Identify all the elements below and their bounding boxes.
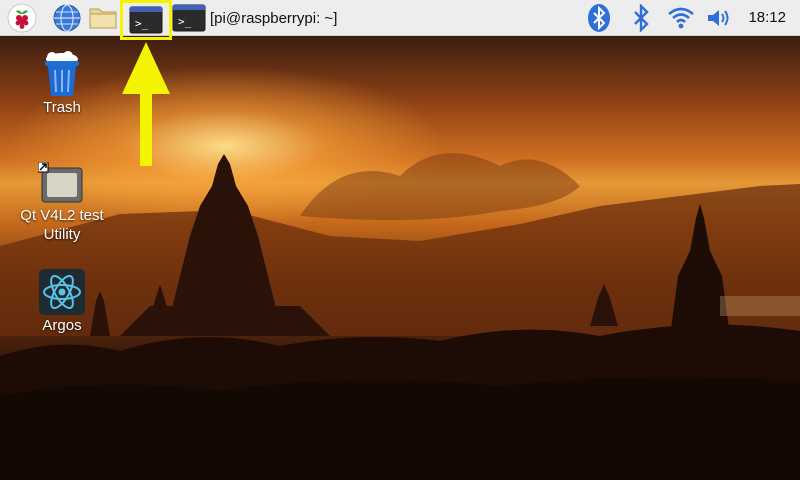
- top-panel: >_ >_ [pi@raspberrypi: ~] 18:12: [0, 0, 800, 40]
- annotation-arrow-icon: [122, 42, 170, 166]
- main-menu-button[interactable]: [4, 3, 40, 33]
- globe-icon: [53, 4, 81, 32]
- terminal-launcher-button[interactable]: >_: [120, 0, 172, 40]
- trash-icon: [45, 51, 79, 96]
- volume-icon: [708, 10, 729, 26]
- bluetooth-tray-button[interactable]: [586, 3, 612, 33]
- bluetooth-icon: [588, 4, 610, 32]
- desktop-icon-label: Qt V4L2 test Utility: [20, 207, 104, 243]
- terminal-icon: >_: [129, 6, 163, 34]
- raspberry-icon: [7, 3, 37, 33]
- folder-icon: [89, 8, 117, 29]
- svg-text:>_: >_: [135, 17, 149, 30]
- taskbar-terminal-window[interactable]: >_ [pi@raspberrypi: ~]: [172, 3, 362, 33]
- clock[interactable]: 18:12: [748, 9, 786, 26]
- bluetooth-icon: [634, 4, 649, 32]
- bluetooth-status[interactable]: [628, 3, 654, 33]
- wifi-tray-button[interactable]: [666, 3, 696, 33]
- camera-icon: [38, 162, 83, 203]
- desktop-icon-trash[interactable]: Trash: [7, 50, 117, 117]
- wifi-icon: [668, 7, 694, 29]
- desktop-icon-label: Argos: [42, 317, 82, 334]
- desktop-icon-qt-v4l2[interactable]: Qt V4L2 test Utility: [7, 162, 117, 244]
- svg-text:>_: >_: [178, 15, 192, 28]
- volume-tray-button[interactable]: [704, 3, 734, 33]
- file-manager-button[interactable]: [88, 3, 118, 33]
- atom-icon: [39, 269, 85, 315]
- desktop-icon-argos[interactable]: Argos: [7, 268, 117, 335]
- desktop-icon-label: Trash: [43, 99, 81, 116]
- terminal-icon: >_: [172, 4, 206, 32]
- taskbar-window-title: [pi@raspberrypi: ~]: [210, 9, 338, 27]
- web-browser-button[interactable]: [50, 3, 84, 33]
